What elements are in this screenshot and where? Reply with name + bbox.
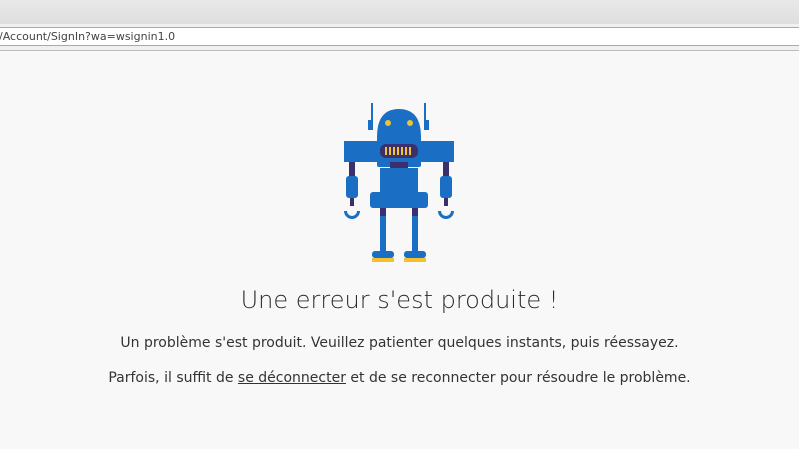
error-message: Un problème s'est produit. Veuillez pati… bbox=[120, 335, 679, 351]
robot-icon bbox=[344, 103, 454, 262]
address-url: /Account/SignIn?wa=wsignin1.0 bbox=[0, 30, 176, 43]
error-page: Une erreur s'est produite ! Un problème … bbox=[0, 51, 799, 449]
address-bar[interactable]: /Account/SignIn?wa=wsignin1.0 bbox=[0, 27, 799, 46]
browser-titlebar bbox=[0, 0, 799, 25]
sign-out-link[interactable]: se déconnecter bbox=[238, 370, 346, 386]
browser-toolbar: /Account/SignIn?wa=wsignin1.0 bbox=[0, 24, 799, 51]
error-tip-before: Parfois, il suffit de bbox=[108, 370, 238, 386]
error-tip-after: et de se reconnecter pour résoudre le pr… bbox=[345, 370, 691, 386]
error-title: Une erreur s'est produite ! bbox=[240, 286, 559, 314]
error-tip: Parfois, il suffit de se déconnecter et … bbox=[0, 369, 799, 387]
